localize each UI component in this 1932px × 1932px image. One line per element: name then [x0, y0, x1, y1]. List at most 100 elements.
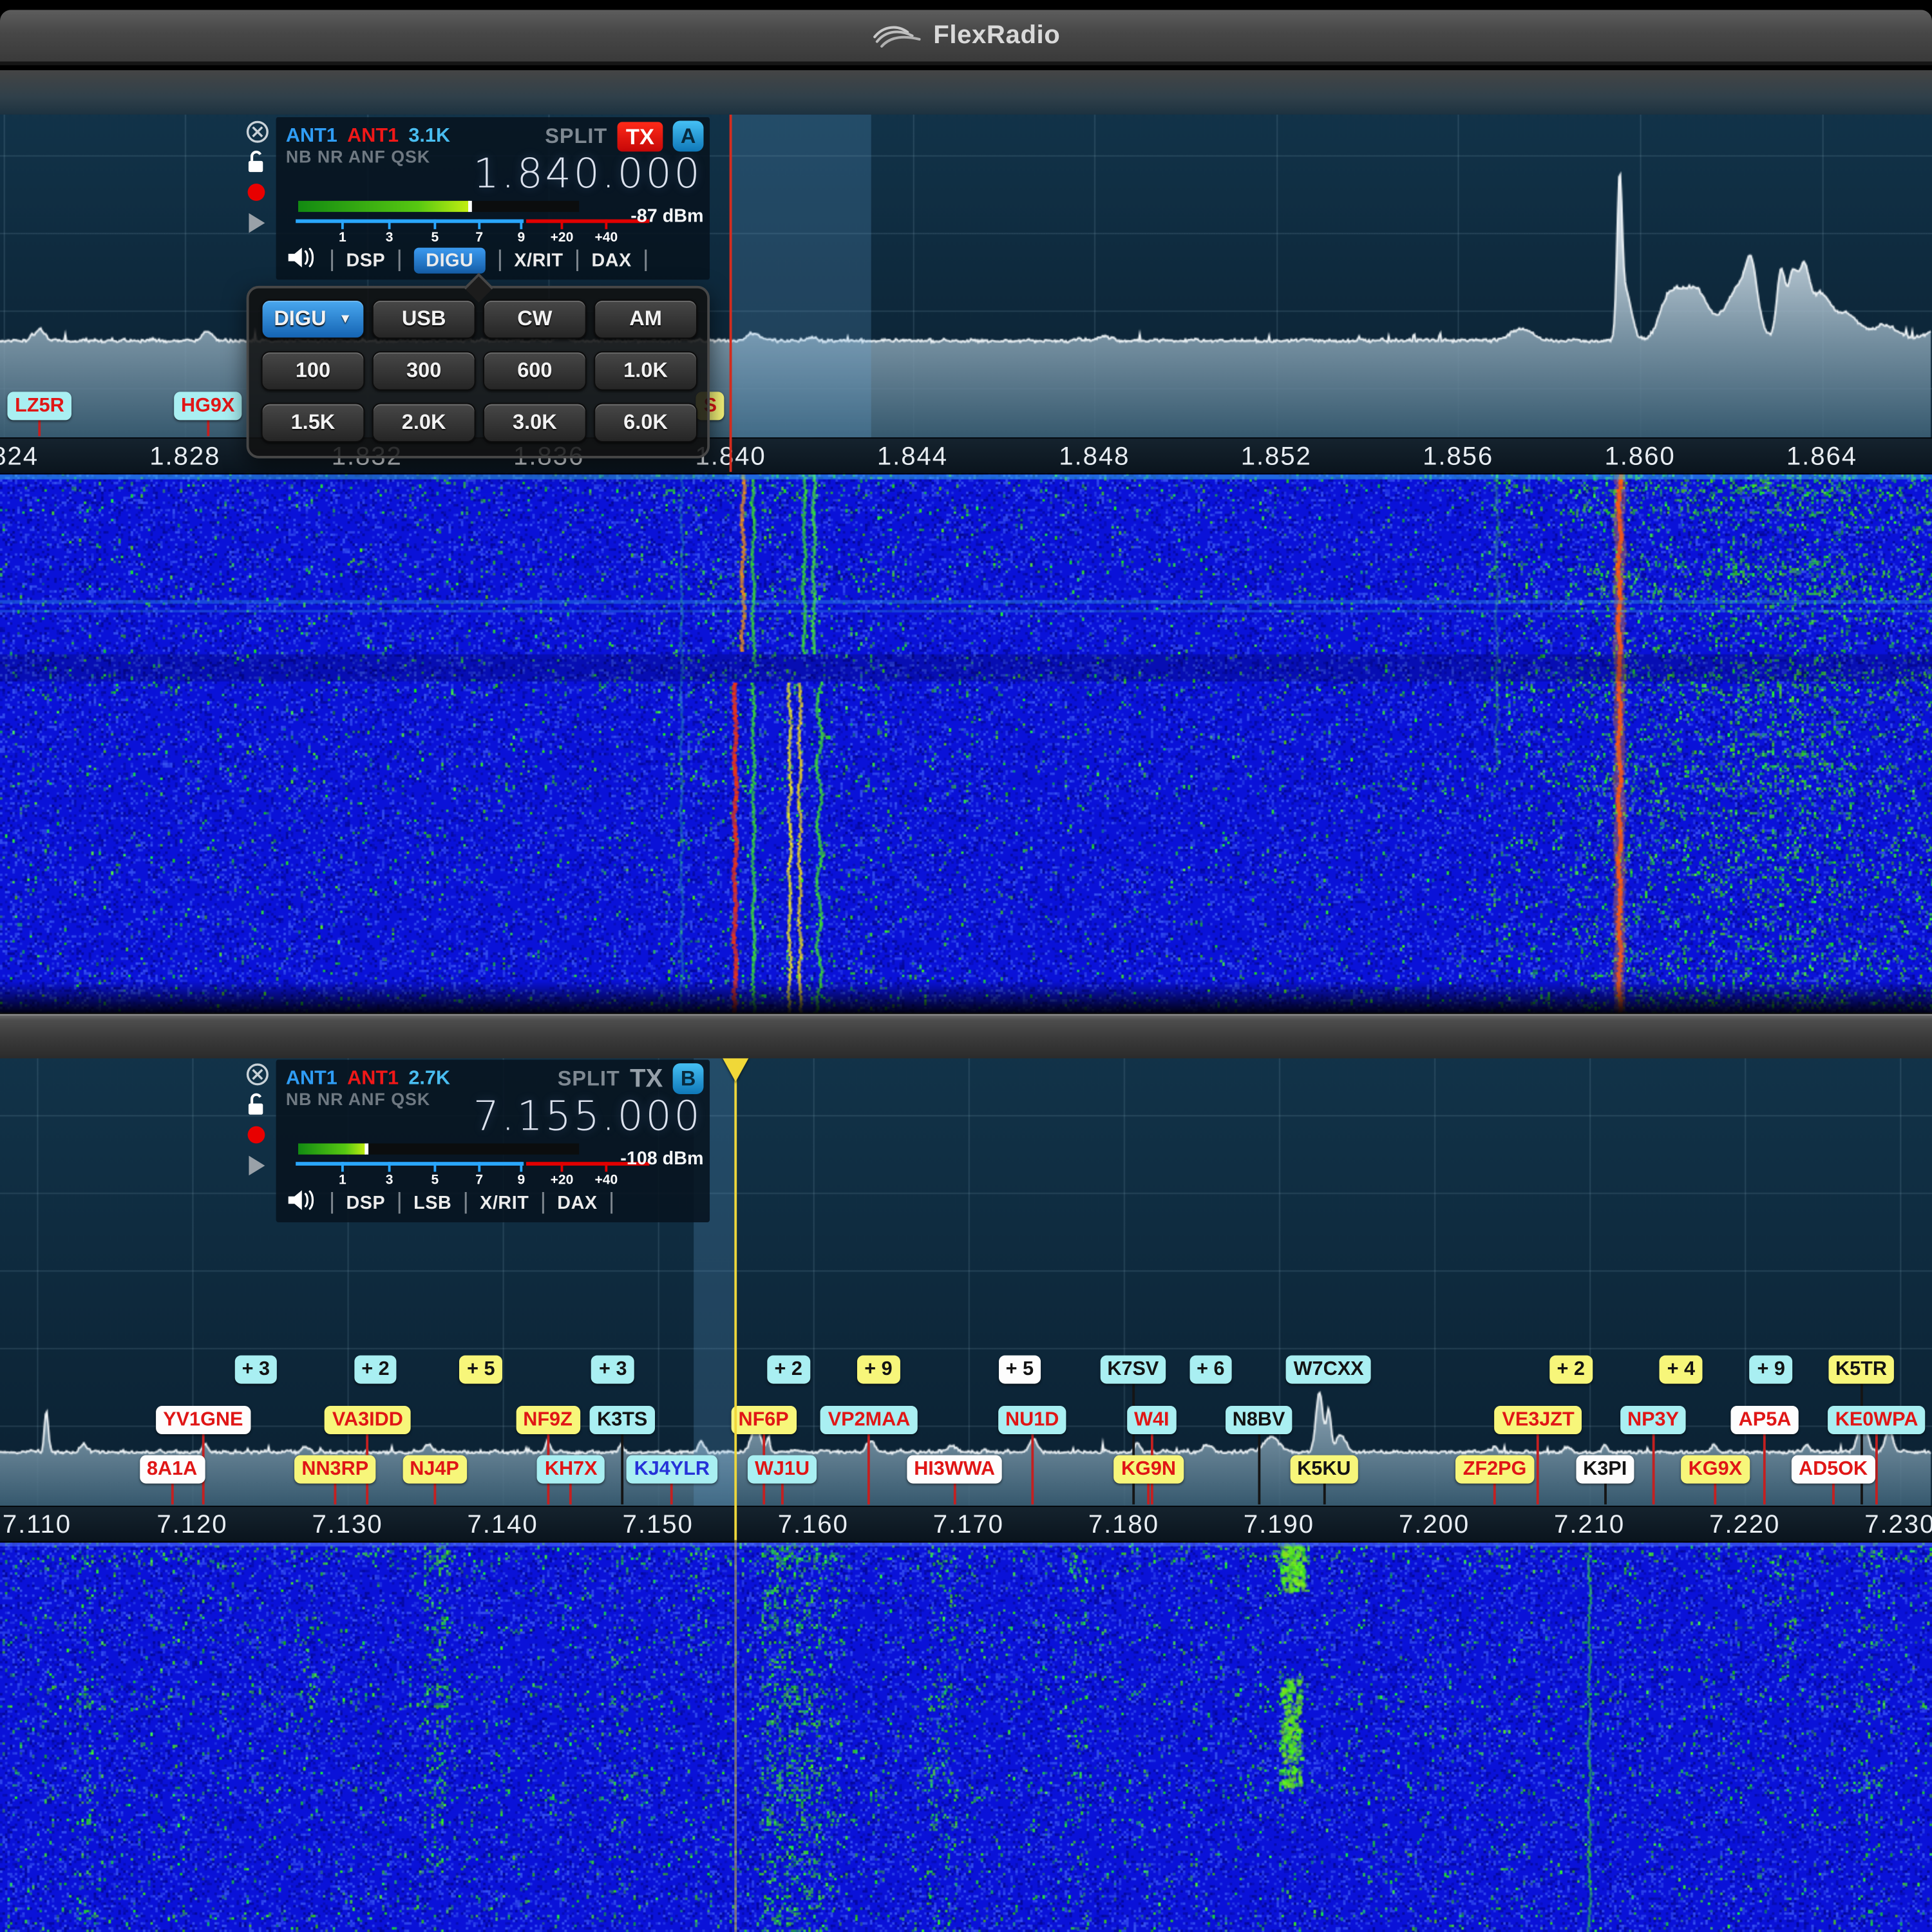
spot-3[interactable]: + 3	[592, 1356, 634, 1384]
spot-yv1gne[interactable]: YV1GNE	[156, 1406, 251, 1434]
frequency-display[interactable]: 1.840.000	[473, 149, 703, 198]
spot-nj4p[interactable]: NJ4P	[402, 1455, 467, 1484]
filter-button-3_0k[interactable]: 3.0K	[483, 403, 587, 442]
spot-nu1d[interactable]: NU1D	[998, 1406, 1066, 1434]
slice-flag-a[interactable]: ANT1 ANT1 3.1K SPLIT TX A NB NR ANF QSK 1.840.0…	[242, 117, 710, 280]
spot-nn3rp[interactable]: NN3RP	[294, 1455, 376, 1484]
tab-dax[interactable]: DAX	[591, 249, 631, 270]
spot-ve3jzt[interactable]: VE3JZT	[1495, 1406, 1582, 1434]
play-icon[interactable]	[249, 1156, 265, 1176]
spot-5[interactable]: + 5	[998, 1356, 1041, 1384]
slice-flag-b[interactable]: ANT1 ANT1 2.7K SPLIT TX B NB NR ANF QSK 7.155.0…	[242, 1059, 710, 1222]
spot-va3idd[interactable]: VA3IDD	[325, 1406, 410, 1434]
filter-button-1_5k[interactable]: 1.5K	[261, 403, 365, 442]
spot-ad5ok[interactable]: AD5OK	[1792, 1455, 1875, 1484]
filter-width-button[interactable]: 2.7K	[408, 1068, 450, 1090]
speaker-icon[interactable]	[286, 1188, 318, 1217]
spot-zf2pg[interactable]: ZF2PG	[1455, 1455, 1534, 1484]
tab-dsp[interactable]: DSP	[346, 1192, 386, 1213]
tab-xrit[interactable]: X/RIT	[514, 249, 563, 270]
filter-button-6_0k[interactable]: 6.0K	[594, 403, 697, 442]
close-slice-icon[interactable]	[245, 120, 270, 151]
spot-2[interactable]: + 2	[354, 1356, 397, 1384]
slice-badge[interactable]: B	[673, 1063, 704, 1094]
spot-kg9x[interactable]: KG9X	[1681, 1455, 1749, 1484]
tab-lsb[interactable]: LSB	[413, 1192, 451, 1213]
spot-n8bv[interactable]: N8BV	[1225, 1406, 1293, 1434]
spot-w4i[interactable]: W4I	[1127, 1406, 1177, 1434]
spot-hi3wwa[interactable]: HI3WWA	[907, 1455, 1003, 1484]
filter-button-600[interactable]: 600	[483, 351, 587, 390]
spot-9[interactable]: + 9	[1750, 1356, 1792, 1384]
mode-dropdown[interactable]: DIGU▼	[261, 299, 365, 339]
spot-kg9n[interactable]: KG9N	[1113, 1455, 1183, 1484]
spot-vp2maa[interactable]: VP2MAA	[820, 1406, 918, 1434]
title-bar[interactable]: FlexRadio	[0, 10, 1932, 65]
tx-antenna-button[interactable]: ANT1	[347, 1068, 399, 1090]
spot-9[interactable]: + 9	[857, 1356, 900, 1384]
spot-nf9z[interactable]: NF9Z	[516, 1406, 580, 1434]
spot-k7sv[interactable]: K7SV	[1100, 1356, 1166, 1384]
spot-wj1u[interactable]: WJ1U	[748, 1455, 817, 1484]
spot-2[interactable]: + 2	[767, 1356, 810, 1384]
split-button[interactable]: SPLIT	[545, 124, 607, 148]
spot-nf6p[interactable]: NF6P	[731, 1406, 796, 1434]
frequency-scale[interactable]: 7.1107.1207.1307.1407.1507.1607.1707.180…	[0, 1506, 1932, 1542]
close-slice-icon[interactable]	[245, 1062, 270, 1093]
tab-xrit[interactable]: X/RIT	[480, 1192, 529, 1213]
mode-button-usb[interactable]: USB	[372, 299, 476, 339]
spot-k3ts[interactable]: K3TS	[590, 1406, 655, 1434]
spot-w7cxx[interactable]: W7CXX	[1286, 1356, 1371, 1384]
filter-button-100[interactable]: 100	[261, 351, 365, 390]
dsp-indicators[interactable]: NB NR ANF QSK	[286, 147, 430, 167]
spot-k3pi[interactable]: K3PI	[1576, 1455, 1634, 1484]
tab-dax[interactable]: DAX	[557, 1192, 597, 1213]
slice-badge[interactable]: A	[673, 121, 704, 152]
panadapter-divider[interactable]	[0, 1013, 1932, 1059]
spot-4[interactable]: + 4	[1660, 1356, 1702, 1384]
tx-button[interactable]: TX	[618, 121, 663, 151]
rx-antenna-button[interactable]: ANT1	[286, 125, 337, 147]
spot-k5ku[interactable]: K5KU	[1290, 1455, 1358, 1484]
spot-np3y[interactable]: NP3Y	[1620, 1406, 1686, 1434]
filter-width-button[interactable]: 3.1K	[408, 125, 450, 147]
panadapter-a[interactable]: 1.8241.8281.8321.8361.8401.8441.8481.852…	[0, 70, 1932, 1013]
spot-ke0wpa[interactable]: KE0WPA	[1828, 1406, 1926, 1434]
lock-icon[interactable]	[245, 149, 267, 182]
slice-marker-triangle[interactable]	[722, 1057, 749, 1082]
filter-button-2_0k[interactable]: 2.0K	[372, 403, 476, 442]
waterfall-display[interactable]	[0, 1540, 1932, 1932]
spot-3[interactable]: + 3	[234, 1356, 277, 1384]
tab-dsp[interactable]: DSP	[346, 249, 386, 270]
frequency-display[interactable]: 7.155.000	[473, 1092, 703, 1140]
tx-antenna-button[interactable]: ANT1	[347, 125, 399, 147]
spot-ap5a[interactable]: AP5A	[1731, 1406, 1799, 1434]
tuning-cursor-b[interactable]	[734, 1057, 737, 1540]
mode-button-am[interactable]: AM	[594, 299, 697, 339]
spot-kh7x[interactable]: KH7X	[537, 1455, 605, 1484]
mode-button-cw[interactable]: CW	[483, 299, 587, 339]
record-icon[interactable]	[248, 1126, 265, 1144]
record-icon[interactable]	[248, 184, 265, 201]
tuning-cursor-a[interactable]	[730, 115, 732, 472]
filter-passband[interactable]	[731, 115, 872, 437]
rx-antenna-button[interactable]: ANT1	[286, 1068, 337, 1090]
spot-hg9x[interactable]: HG9X	[173, 392, 242, 420]
play-icon[interactable]	[249, 213, 265, 233]
spot-8a1a[interactable]: 8A1A	[139, 1455, 204, 1484]
spot-2[interactable]: + 2	[1549, 1356, 1592, 1384]
panadapter-b[interactable]: 7.1107.1207.1307.1407.1507.1607.1707.180…	[0, 1057, 1932, 1932]
filter-button-1_0k[interactable]: 1.0K	[594, 351, 697, 390]
dsp-indicators[interactable]: NB NR ANF QSK	[286, 1089, 430, 1109]
spot-k5tr[interactable]: K5TR	[1828, 1356, 1895, 1384]
split-button[interactable]: SPLIT	[558, 1066, 620, 1091]
spot-kj4ylr[interactable]: KJ4YLR	[627, 1455, 717, 1484]
filter-button-300[interactable]: 300	[372, 351, 476, 390]
tx-button[interactable]: TX	[630, 1064, 663, 1094]
spot-6[interactable]: + 6	[1189, 1356, 1232, 1384]
tab-digu[interactable]: DIGU	[413, 247, 486, 273]
spot-lz5r[interactable]: LZ5R	[8, 392, 71, 420]
waterfall-display[interactable]	[0, 472, 1932, 1013]
spot-5[interactable]: + 5	[460, 1356, 502, 1384]
speaker-icon[interactable]	[286, 245, 318, 275]
